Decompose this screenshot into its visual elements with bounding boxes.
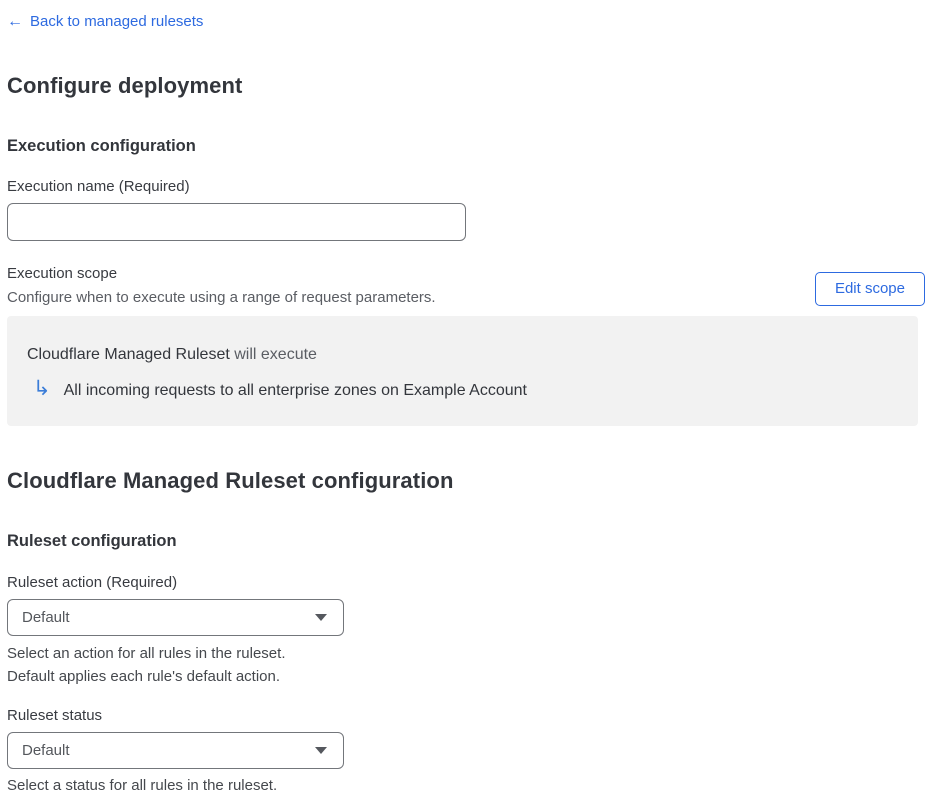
ruleset-status-select[interactable]: Default (7, 732, 344, 769)
back-link-label: Back to managed rulesets (30, 13, 204, 30)
branch-arrow-icon: ↳ (33, 377, 51, 400)
ruleset-action-select[interactable]: Default (7, 599, 344, 636)
summary-will-execute: will execute (229, 346, 317, 363)
execution-name-label: Execution name (Required) (7, 178, 190, 195)
ruleset-action-selected-value: Default (22, 609, 70, 626)
chevron-down-icon (315, 614, 327, 621)
execution-scope-label: Execution scope (7, 265, 118, 282)
ruleset-status-label: Ruleset status (7, 707, 103, 724)
back-arrow-icon: ← (7, 13, 23, 30)
ruleset-action-help: Select an action for all rules in the ru… (7, 642, 925, 688)
ruleset-action-help-line: Default applies each rule's default acti… (7, 668, 281, 685)
summary-ruleset-name: Cloudflare Managed Ruleset (27, 346, 230, 363)
edit-scope-button[interactable]: Edit scope (814, 272, 925, 306)
summary-scope-text: All incoming requests to all enterprise … (63, 381, 527, 399)
ruleset-status-selected-value: Default (22, 742, 70, 759)
ruleset-status-help-line: Select a status for all rules in the rul… (7, 777, 278, 794)
ruleset-action-help-line: Select an action for all rules in the ru… (7, 645, 286, 662)
execution-configuration-heading: Execution configuration (7, 137, 196, 155)
back-to-managed-rulesets-link[interactable]: ← Back to managed rulesets (7, 12, 203, 31)
configure-deployment-page: ← Back to managed rulesets Configure dep… (0, 0, 931, 797)
summary-line: Cloudflare Managed Ruleset will execute (27, 345, 898, 365)
summary-scope-line: ↳ All incoming requests to all enterpris… (27, 377, 898, 401)
page-title: Configure deployment (7, 73, 243, 98)
ruleset-action-label: Ruleset action (Required) (7, 574, 178, 591)
execution-scope-row: Execution scope Configure when to execut… (7, 266, 925, 306)
execution-summary-panel: Cloudflare Managed Ruleset will execute … (7, 316, 918, 426)
ruleset-status-help: Select a status for all rules in the rul… (7, 774, 925, 797)
ruleset-configuration-subheading: Ruleset configuration (7, 532, 177, 550)
execution-scope-description: Configure when to execute using a range … (7, 289, 436, 306)
execution-scope-text-block: Execution scope Configure when to execut… (7, 266, 436, 306)
execution-name-input[interactable] (7, 203, 466, 241)
chevron-down-icon (315, 747, 327, 754)
ruleset-configuration-title: Cloudflare Managed Ruleset configuration (7, 468, 454, 493)
